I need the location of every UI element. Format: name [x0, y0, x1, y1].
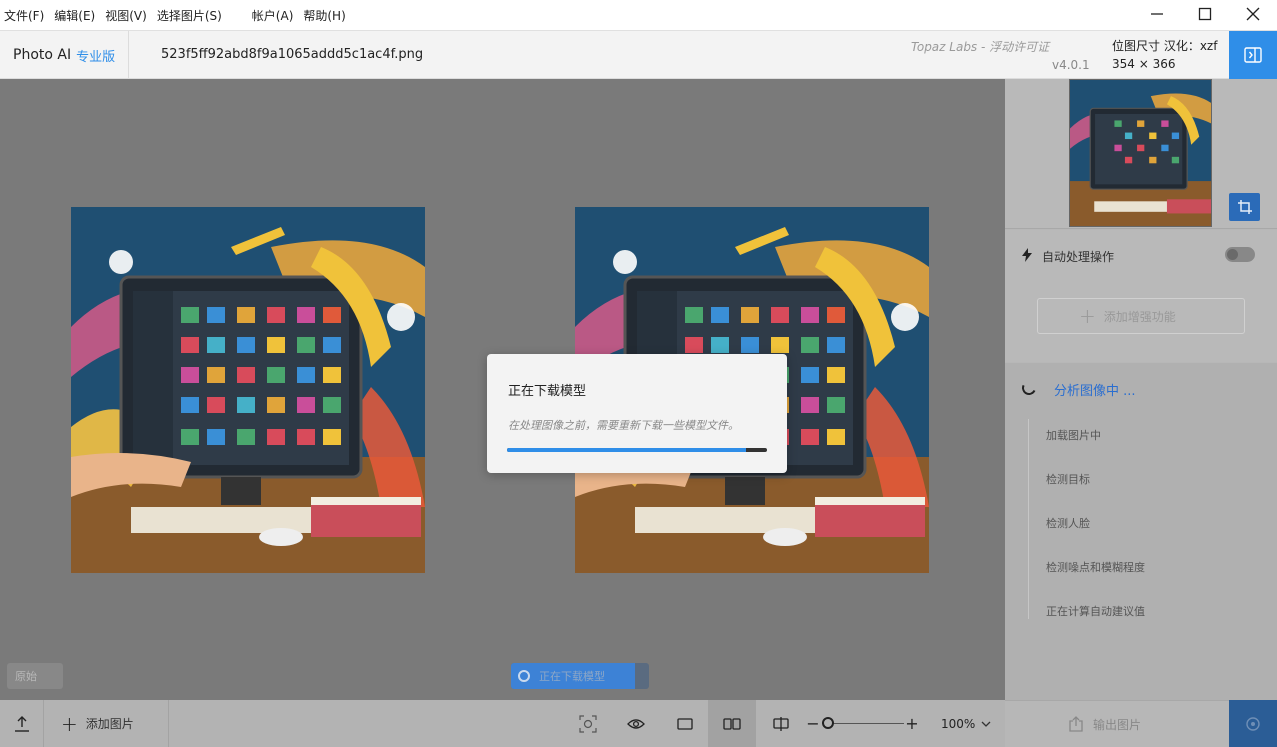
- maximize-icon: [1198, 7, 1212, 21]
- plus-icon: +: [61, 711, 78, 736]
- menu-file[interactable]: 文件(F): [0, 7, 49, 24]
- image-size-label: 位图尺寸 汉化：xzf: [1112, 39, 1218, 53]
- auto-process-label: 自动处理操作: [1042, 250, 1115, 264]
- upload-button[interactable]: [0, 700, 44, 747]
- spinner-icon: [518, 670, 530, 682]
- brand: Photo AI 专业版: [0, 31, 129, 79]
- close-button[interactable]: [1229, 0, 1277, 28]
- download-model-dialog: 正在下载模型 在处理图像之前，需要重新下载一些模型文件。: [487, 354, 787, 473]
- chevron-down-icon[interactable]: [980, 717, 992, 731]
- brand-edition: 专业版: [76, 49, 116, 65]
- split-view-icon: [773, 716, 789, 731]
- version-label: v4.0.1: [1052, 58, 1090, 72]
- original-image[interactable]: [71, 207, 425, 573]
- side-by-side-icon: [723, 717, 741, 730]
- zoom-value[interactable]: 100%: [941, 717, 975, 731]
- download-status-label: 正在下载模型: [539, 670, 605, 683]
- analysis-step: 加载图片中: [1046, 429, 1101, 442]
- lightning-icon: [1022, 248, 1032, 262]
- artwork-thumbnail: [1070, 80, 1211, 226]
- crop-button[interactable]: [1229, 193, 1260, 221]
- face-detect-button[interactable]: [576, 700, 600, 747]
- minimize-icon: [1151, 13, 1163, 15]
- upload-icon: [14, 715, 29, 732]
- steps-connector: [1028, 419, 1029, 619]
- single-view-icon: [677, 717, 693, 730]
- dialog-description: 在处理图像之前，需要重新下载一些模型文件。: [508, 419, 739, 432]
- single-view-button[interactable]: [672, 700, 698, 747]
- menu-edit[interactable]: 编辑(E): [49, 7, 100, 24]
- right-panel: 自动处理操作 + 添加增强功能 分析图像中 ... 加载图片中 检测目标 检测人…: [1005, 79, 1277, 700]
- menu-bar: 文件(F) 编辑(E) 视图(V) 选择图片(S) 帐户(A) 帮助(H): [0, 0, 1277, 30]
- analysis-step: 检测目标: [1046, 473, 1090, 486]
- add-enhancement-button[interactable]: + 添加增强功能: [1037, 298, 1245, 334]
- analysis-step: 检测人脸: [1046, 517, 1090, 530]
- menu-view[interactable]: 视图(V): [100, 7, 152, 24]
- minimize-button[interactable]: [1133, 0, 1181, 28]
- add-image-button[interactable]: + 添加图片: [44, 700, 169, 747]
- artwork-image: [71, 207, 425, 573]
- brand-name: Photo AI: [13, 47, 72, 63]
- export-label: 输出图片: [1093, 717, 1142, 732]
- bottom-toolbar: + 添加图片 − + 100%: [0, 700, 1005, 747]
- original-label: 原始: [7, 663, 63, 689]
- add-enhancement-label: 添加增强功能: [1103, 309, 1176, 324]
- add-image-label: 添加图片: [85, 717, 134, 731]
- zoom-slider-knob[interactable]: [822, 717, 834, 729]
- panel-toggle-icon: [1244, 47, 1262, 63]
- zoom-out-icon[interactable]: −: [806, 700, 820, 747]
- window-controls: [1133, 0, 1277, 30]
- export-button[interactable]: 输出图片: [1005, 700, 1229, 747]
- side-by-side-view-button[interactable]: [708, 700, 756, 747]
- menu-help[interactable]: 帮助(H): [298, 7, 350, 24]
- menu-account[interactable]: 帐户(A): [247, 7, 299, 24]
- eye-icon: [627, 718, 645, 729]
- analysis-step: 正在计算自动建议值: [1046, 605, 1145, 618]
- loading-spinner-icon: [1020, 379, 1038, 397]
- analysis-title: 分析图像中 ...: [1054, 384, 1136, 399]
- download-progress-fill: [507, 448, 747, 452]
- thumbnail-section: [1005, 79, 1277, 229]
- crop-icon: [1237, 200, 1252, 214]
- zoom-slider-track[interactable]: [822, 723, 904, 724]
- maximize-button[interactable]: [1181, 0, 1229, 28]
- panel-toggle-button[interactable]: [1229, 31, 1277, 79]
- toggle-knob: [1227, 249, 1238, 260]
- license-label: Topaz Labs - 浮动许可证: [911, 40, 1050, 54]
- menu-select-image[interactable]: 选择图片(S): [152, 7, 227, 24]
- export-settings-button[interactable]: [1229, 700, 1277, 747]
- export-icon: [1069, 716, 1083, 732]
- preview-toggle-button[interactable]: [622, 700, 650, 747]
- download-progress-bar: [507, 448, 767, 452]
- app-header: Photo AI 专业版 523f5ff92abd8f9a1065addd5c1…: [0, 30, 1277, 79]
- close-icon: [1246, 7, 1260, 21]
- analysis-section: 分析图像中 ... 加载图片中 检测目标 检测人脸 检测噪点和模糊程度 正在计算…: [1005, 363, 1277, 700]
- auto-process-section: 自动处理操作 + 添加增强功能: [1005, 230, 1277, 362]
- file-name: 523f5ff92abd8f9a1065addd5c1ac4f.png: [161, 47, 424, 62]
- auto-process-toggle[interactable]: [1225, 247, 1255, 262]
- image-size-value: 354 × 366: [1112, 57, 1176, 71]
- split-view-button[interactable]: [768, 700, 794, 747]
- zoom-in-icon[interactable]: +: [905, 700, 919, 747]
- thumbnail-image[interactable]: [1069, 79, 1212, 227]
- face-scan-icon: [579, 714, 597, 733]
- plus-icon: +: [1079, 304, 1096, 328]
- analysis-step: 检测噪点和模糊程度: [1046, 561, 1145, 574]
- download-status-pill: 正在下载模型: [511, 663, 649, 689]
- dialog-title: 正在下载模型: [508, 384, 587, 399]
- export-settings-icon: [1246, 716, 1260, 731]
